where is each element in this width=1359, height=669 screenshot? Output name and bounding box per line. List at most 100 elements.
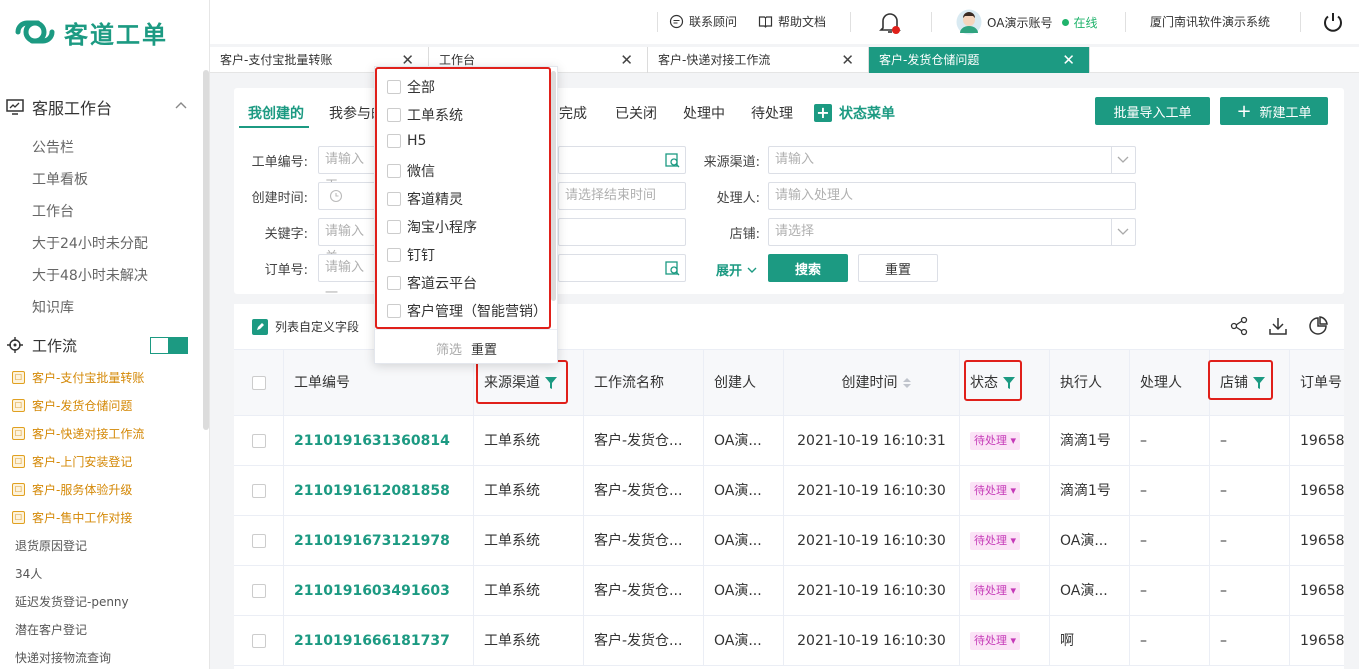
ticket-no-cell[interactable]: 2110191673121978 [284, 516, 474, 566]
sidebar-scrollbar[interactable] [203, 70, 209, 430]
share-icon[interactable] [1229, 316, 1249, 336]
dropdown-scrollbar[interactable] [551, 71, 556, 301]
card-view-icon[interactable] [150, 337, 169, 354]
workflow-item[interactable]: ☐ 客户-快递对接工作流 [12, 425, 144, 442]
executor-cell: 滴滴1号 [1050, 466, 1130, 516]
sidebar-item-return-reason[interactable]: 退货原因登记 [15, 537, 87, 554]
sidebar-item-24h[interactable]: 大于24小时未分配 [32, 233, 148, 253]
advisor-link[interactable]: 联系顾问 [669, 13, 737, 30]
status-badge[interactable]: 待处理 ▾ [970, 532, 1021, 550]
tab-closed[interactable]: 已关闭 [615, 103, 657, 123]
row-checkbox[interactable] [252, 634, 266, 648]
table-row[interactable]: 2110191673121978 工单系统 客户-发货仓... OA演... 2021-… [234, 516, 1344, 566]
handler-input[interactable]: 请输入处理人 [768, 182, 1136, 210]
sidebar-item-potential[interactable]: 潜在客户登记 [15, 621, 87, 638]
status-menu-button[interactable]: + 状态菜单 [814, 103, 895, 123]
workflow-item[interactable]: ☐ 客户-支付宝批量转账 [12, 369, 144, 386]
col-created-time[interactable]: 创建时间 [784, 350, 960, 416]
sidebar-item-logistics[interactable]: 快递对接物流查询 [15, 649, 111, 666]
select-all-checkbox[interactable] [252, 376, 266, 390]
scan-search-icon[interactable] [664, 152, 680, 168]
table-row[interactable]: 2110191603491603 工单系统 客户-发货仓... OA演... 2021-… [234, 566, 1344, 616]
order-no-input[interactable]: 请输入一 [318, 254, 376, 301]
close-icon[interactable]: ✕ [1062, 47, 1075, 73]
filter-confirm-button[interactable]: 筛选 [436, 339, 462, 358]
status-badge[interactable]: 待处理 ▾ [970, 482, 1021, 500]
custom-fields-button[interactable]: 列表自定义字段 [252, 318, 359, 335]
tab-express[interactable]: 客户-快递对接工作流 ✕ [648, 47, 869, 73]
bell-icon[interactable] [879, 11, 901, 35]
sidebar-item-notice[interactable]: 公告栏 [32, 137, 74, 157]
source-cell: 工单系统 [474, 616, 584, 666]
workflow-item[interactable]: ☐ 客户-发货仓储问题 [12, 397, 132, 414]
scan-search-icon[interactable] [664, 260, 680, 276]
keyword-input-end[interactable] [558, 218, 686, 246]
workflow-cell: 客户-发货仓... [584, 516, 704, 566]
caret-down-icon: ▾ [1007, 534, 1017, 547]
sort-icon[interactable] [902, 376, 912, 390]
pie-chart-icon[interactable] [1308, 316, 1328, 336]
workflow-item[interactable]: ☐ 客户-服务体验升级 [12, 481, 132, 498]
status-cell: 待处理 ▾ [960, 466, 1050, 516]
workflow-item[interactable]: ☐ 客户-售中工作对接 [12, 509, 132, 526]
created-time-end[interactable]: 请选择结束时间 [558, 182, 686, 210]
list-view-icon[interactable] [169, 337, 188, 354]
row-checkbox[interactable] [252, 584, 266, 598]
close-icon[interactable]: ✕ [841, 47, 854, 73]
ticket-no-cell[interactable]: 2110191666181737 [284, 616, 474, 666]
batch-import-button[interactable]: 批量导入工单 [1095, 97, 1210, 125]
sidebar-item-34[interactable]: 34人 [15, 565, 42, 582]
chevron-down-icon[interactable] [1111, 219, 1135, 245]
keyword-input[interactable]: 请输入关 [318, 218, 376, 265]
tab-pending[interactable]: 待处理 [751, 103, 793, 123]
status-badge[interactable]: 待处理 ▾ [970, 432, 1021, 450]
sidebar-section-service[interactable]: 客服工作台 [0, 94, 200, 120]
close-icon[interactable]: ✕ [620, 47, 633, 73]
table-row[interactable]: 2110191612081858 工单系统 客户-发货仓... OA演... 2021-… [234, 466, 1344, 516]
sidebar-item-board[interactable]: 工单看板 [32, 169, 88, 189]
table-row[interactable]: 2110191666181737 工单系统 客户-发货仓... OA演... 2021-… [234, 616, 1344, 666]
tab-warehouse[interactable]: 客户-发货仓储问题 ✕ [869, 47, 1090, 73]
source-cell: 工单系统 [474, 466, 584, 516]
search-button[interactable]: 搜索 [768, 254, 848, 282]
book-icon [758, 16, 773, 28]
account-menu[interactable]: OA演示账号 在线 [956, 9, 1097, 35]
status-badge[interactable]: 待处理 ▾ [970, 582, 1021, 600]
created-time-cell: 2021-10-19 16:10:30 [784, 466, 960, 516]
help-link[interactable]: 帮助文档 [758, 13, 826, 30]
power-icon[interactable] [1322, 11, 1344, 33]
executor-cell: 滴滴1号 [1050, 416, 1130, 466]
chevron-down-icon[interactable] [1111, 147, 1135, 173]
ticket-no-cell[interactable]: 2110191612081858 [284, 466, 474, 516]
expand-toggle[interactable]: 展开 [716, 260, 759, 279]
ticket-no-cell[interactable]: 2110191631360814 [284, 416, 474, 466]
sidebar-item-48h[interactable]: 大于48小时未解决 [32, 265, 148, 285]
handler-cell: – [1130, 566, 1210, 616]
new-ticket-button[interactable]: + 新建工单 [1220, 97, 1328, 125]
online-status: 在线 [1062, 14, 1097, 31]
sidebar-item-workbench[interactable]: 工作台 [32, 201, 74, 221]
tab-processing[interactable]: 处理中 [683, 103, 725, 123]
created-time-start[interactable] [318, 182, 376, 210]
source-select[interactable]: 请输入 [768, 146, 1136, 174]
download-icon[interactable] [1268, 316, 1288, 336]
tab-done[interactable]: 完成 [559, 103, 587, 123]
sidebar-item-delay[interactable]: 延迟发货登记-penny [15, 593, 129, 610]
ticket-no-input-end[interactable] [558, 146, 686, 174]
filter-reset-button[interactable]: 重置 [471, 339, 497, 358]
chevron-up-icon[interactable] [174, 99, 188, 113]
view-toggle[interactable] [150, 337, 188, 354]
row-checkbox[interactable] [252, 434, 266, 448]
workflow-item[interactable]: ☐ 客户-上门安装登记 [12, 453, 132, 470]
shop-select[interactable]: 请选择 [768, 218, 1136, 246]
sidebar-item-knowledge[interactable]: 知识库 [32, 297, 74, 317]
row-checkbox[interactable] [252, 484, 266, 498]
ticket-no-input[interactable]: 请输入工 [318, 146, 376, 193]
reset-button[interactable]: 重置 [858, 254, 938, 282]
table-row[interactable]: 2110191631360814 工单系统 客户-发货仓... OA演... 2021-… [234, 416, 1344, 466]
ticket-no-cell[interactable]: 2110191603491603 [284, 566, 474, 616]
tab-my-created[interactable]: 我创建的 [248, 103, 304, 123]
row-checkbox[interactable] [252, 534, 266, 548]
order-no-input-end[interactable] [558, 254, 686, 282]
status-badge[interactable]: 待处理 ▾ [970, 632, 1021, 650]
